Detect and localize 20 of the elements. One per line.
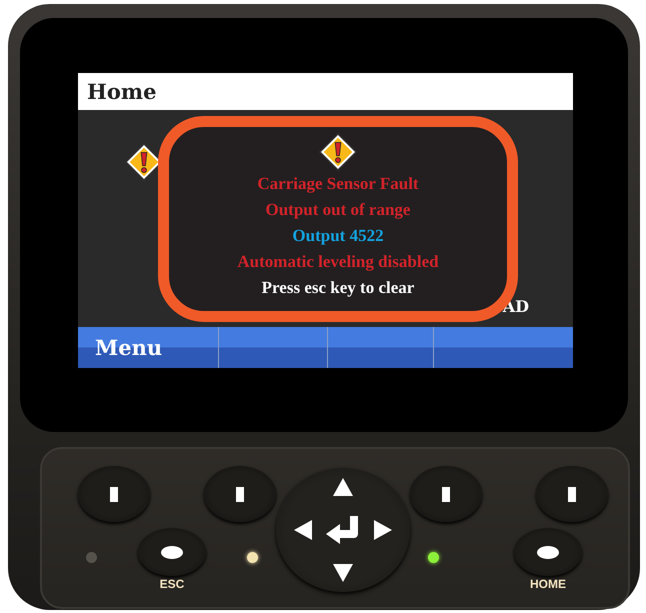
- soft-key[interactable]: [536, 466, 608, 522]
- alert-message: Press esc key to clear: [262, 277, 414, 299]
- screen-title: Home: [87, 79, 156, 104]
- soft-key[interactable]: [78, 466, 150, 522]
- round-key[interactable]: [514, 528, 582, 576]
- enter-icon[interactable]: [326, 516, 360, 544]
- soft-key[interactable]: [410, 466, 482, 522]
- soft-key[interactable]: [204, 466, 276, 522]
- alert-message: Output 4522: [292, 225, 384, 247]
- alert-message: Automatic leveling disabled: [237, 251, 439, 273]
- up-arrow-icon[interactable]: [332, 478, 353, 496]
- left-arrow-icon[interactable]: [294, 520, 312, 540]
- key-label: ESC: [160, 577, 184, 591]
- right-arrow-icon[interactable]: [374, 520, 392, 540]
- alert-message: Output out of range: [266, 199, 410, 221]
- down-arrow-icon[interactable]: [332, 564, 353, 582]
- alert-message: Carriage Sensor Fault: [257, 173, 419, 195]
- key-label: HOME: [530, 577, 566, 591]
- warning-icon: [319, 133, 357, 171]
- round-key[interactable]: [138, 528, 206, 576]
